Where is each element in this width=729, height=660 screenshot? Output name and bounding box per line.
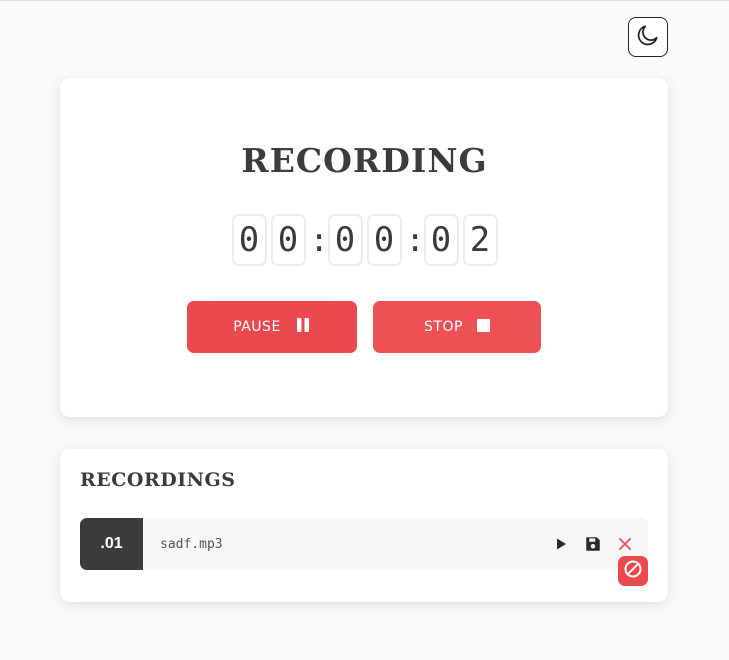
pause-button[interactable]: PAUSE [187, 301, 357, 353]
block-icon [623, 559, 643, 584]
timer-digit-hours-tens: 0 [231, 214, 267, 266]
recordings-title: RECORDINGS [80, 469, 236, 491]
stop-button[interactable]: STOP [373, 301, 541, 353]
play-icon[interactable] [552, 535, 570, 553]
recording-title: RECORDING [241, 141, 488, 180]
save-icon[interactable] [584, 535, 602, 553]
timer-digit-minutes-tens: 0 [327, 214, 363, 266]
block-button[interactable] [618, 556, 648, 586]
timer-display: 0 0 : 0 0 : 0 2 [0, 214, 729, 266]
recording-index: .01 [80, 518, 143, 570]
timer-separator: : [309, 221, 329, 259]
timer-separator: : [405, 221, 425, 259]
timer-digit-seconds-ones: 2 [462, 214, 498, 266]
recording-filename: sadf.mp3 [160, 536, 223, 552]
timer-digit-seconds-tens: 0 [423, 214, 459, 266]
timer-digit-hours-ones: 0 [270, 214, 306, 266]
pause-icon [295, 317, 311, 337]
stop-label: STOP [424, 319, 463, 335]
theme-toggle-button[interactable] [628, 17, 668, 57]
moon-icon [635, 22, 661, 53]
pause-label: PAUSE [233, 319, 281, 335]
close-icon[interactable] [616, 535, 634, 553]
recording-row: .01 sadf.mp3 [80, 518, 648, 570]
timer-digit-minutes-ones: 0 [366, 214, 402, 266]
stop-icon [476, 318, 490, 336]
